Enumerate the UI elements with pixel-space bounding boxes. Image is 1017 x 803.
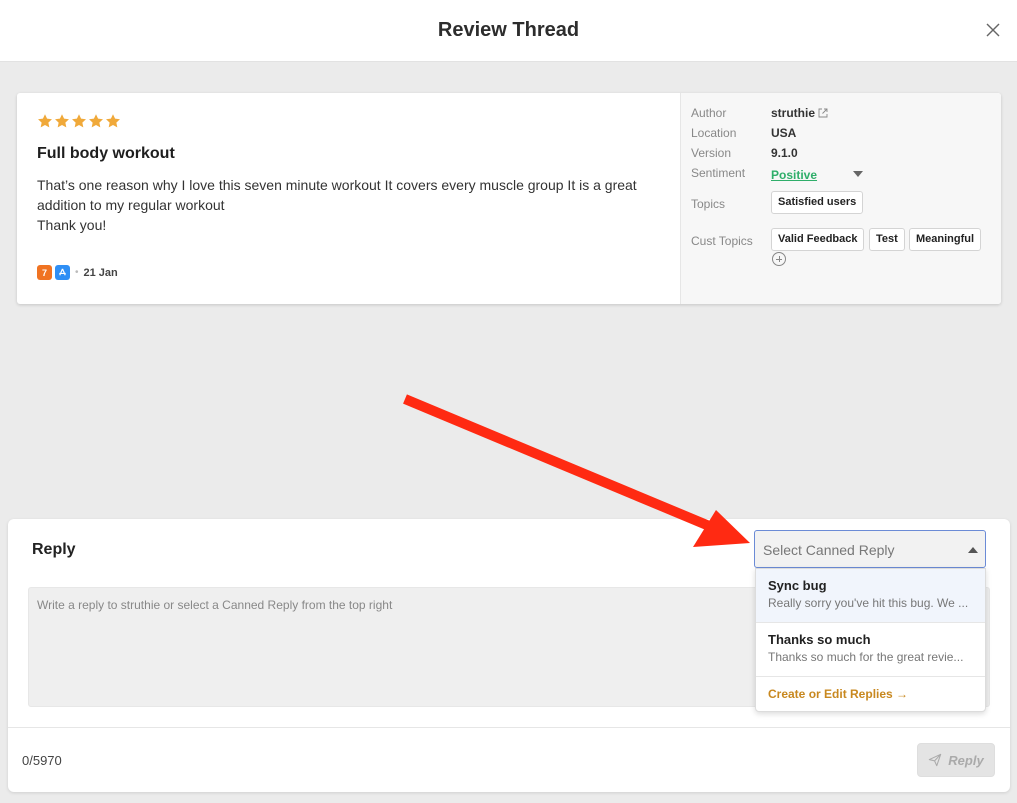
location-value: USA <box>771 126 797 140</box>
star-icon <box>38 114 52 128</box>
cust-topic-chip[interactable]: Test <box>869 228 905 251</box>
topic-chip[interactable]: Satisfied users <box>771 191 864 214</box>
star-icon <box>55 114 69 128</box>
option-title: Thanks so much <box>768 632 871 647</box>
add-circle-icon[interactable] <box>772 252 786 266</box>
reply-heading: Reply <box>32 541 76 558</box>
modal-header: Review Thread <box>0 0 1017 62</box>
star-icon <box>89 114 103 128</box>
cust-topics-label: Cust Topics <box>691 234 753 248</box>
cust-topic-chip[interactable]: Meaningful <box>909 228 982 251</box>
option-title: Sync bug <box>768 578 827 593</box>
version-value: 9.1.0 <box>771 146 798 160</box>
reply-button-label: Reply <box>948 752 984 768</box>
canned-reply-dropdown: Sync bug Really sorry you've hit this bu… <box>755 568 986 712</box>
app-store-icon <box>55 265 70 280</box>
divider <box>8 727 1010 728</box>
review-content: Full body workout That’s one reason why … <box>17 93 680 304</box>
cust-topic-chip[interactable]: Valid Feedback <box>771 228 865 251</box>
option-preview: Really sorry you've hit this bug. We ... <box>768 596 969 610</box>
option-preview: Thanks so much for the great revie... <box>768 650 964 664</box>
character-count: 0/5970 <box>22 753 62 768</box>
page-title: Review Thread <box>437 19 580 41</box>
review-body: That’s one reason why I love this seven … <box>37 177 637 233</box>
chevron-down-icon[interactable] <box>853 171 863 177</box>
canned-reply-placeholder: Select Canned Reply <box>763 542 895 558</box>
send-icon <box>929 753 942 767</box>
canned-reply-option[interactable]: Sync bug Really sorry you've hit this bu… <box>756 569 985 623</box>
chevron-up-icon <box>968 547 978 553</box>
author-label: Author <box>691 106 727 120</box>
sentiment-value[interactable]: Positive <box>771 168 817 182</box>
review-footer: 7 • 21 Jan <box>37 265 118 280</box>
review-date: 21 Jan <box>83 266 118 279</box>
review-meta-panel: Author struthie Location USA Version 9.1… <box>680 93 1001 304</box>
separator-dot: • <box>75 267 79 278</box>
review-title: Full body workout <box>37 145 175 162</box>
star-icon <box>106 114 120 128</box>
sentiment-label: Sentiment <box>691 166 746 180</box>
star-rating <box>37 113 121 130</box>
star-icon <box>72 114 86 128</box>
author-name[interactable]: struthie <box>771 106 815 120</box>
author-value[interactable]: struthie <box>771 106 828 120</box>
topics-label: Topics <box>691 197 726 211</box>
location-label: Location <box>691 126 737 140</box>
close-icon[interactable] <box>983 20 1003 40</box>
app-icon: 7 <box>37 265 52 280</box>
create-edit-replies-link[interactable]: Create or Edit Replies → <box>768 687 908 701</box>
canned-reply-select[interactable]: Select Canned Reply <box>754 530 986 568</box>
version-label: Version <box>691 146 732 160</box>
external-link-icon[interactable] <box>818 108 828 118</box>
canned-reply-option[interactable]: Thanks so much Thanks so much for the gr… <box>756 623 985 677</box>
review-card: Full body workout That’s one reason why … <box>17 93 1001 304</box>
reply-button[interactable]: Reply <box>917 743 995 777</box>
